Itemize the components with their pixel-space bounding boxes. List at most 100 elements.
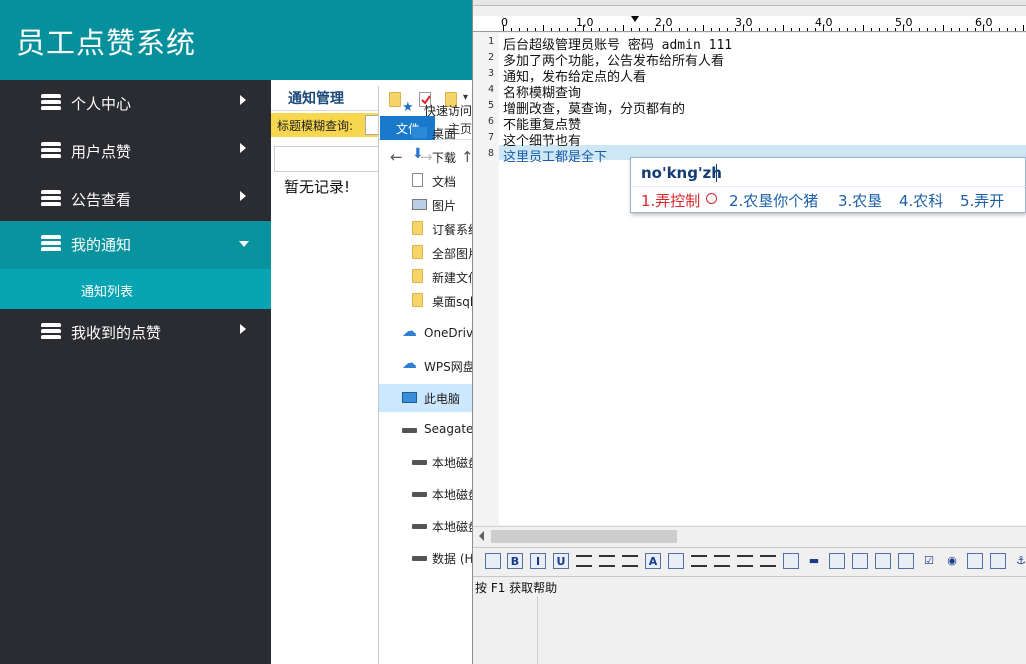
sidebar-item-my-notices[interactable]: 我的通知 bbox=[0, 221, 271, 269]
scroll-left-arrow-icon[interactable] bbox=[479, 531, 484, 541]
folder-icon bbox=[412, 221, 423, 235]
tree-item[interactable]: 桌面sql bbox=[379, 287, 474, 315]
html-source-icon[interactable] bbox=[485, 553, 501, 569]
tree-item-label: 桌面 bbox=[432, 127, 457, 141]
ime-candidate[interactable]: 1.弄控制 bbox=[641, 190, 700, 211]
app-header: 员工点赞系统 bbox=[0, 0, 472, 80]
italic-icon[interactable]: I bbox=[530, 553, 546, 569]
layers-icon bbox=[41, 323, 61, 341]
radio-icon[interactable]: ◉ bbox=[944, 553, 960, 569]
ruler-tick bbox=[663, 25, 664, 31]
ruler-tick bbox=[519, 28, 520, 31]
table-icon[interactable] bbox=[783, 553, 799, 569]
ruler-tick bbox=[919, 28, 920, 31]
tree-item-label: 全部图片 bbox=[432, 247, 474, 261]
tab-notice-management[interactable]: 通知管理 bbox=[288, 88, 344, 108]
ime-divider bbox=[631, 186, 1026, 187]
ime-candidate[interactable]: 5.弄开 bbox=[960, 190, 1004, 211]
sidebar-item-label: 公告查看 bbox=[71, 191, 132, 209]
tree-item[interactable]: 此电脑 bbox=[379, 384, 474, 412]
font-color-icon[interactable]: A bbox=[645, 553, 661, 569]
star-icon: ★ bbox=[402, 100, 414, 115]
sidebar-item-announcements[interactable]: 公告查看 bbox=[0, 176, 271, 224]
tree-item-label: 订餐系统 bbox=[432, 223, 474, 237]
ime-candidate-window: no'kng'zh 1.弄控制 2.农垦你个猪 3.农垦 4.农科 5.弄开 bbox=[630, 157, 1026, 213]
bold-icon[interactable]: B bbox=[507, 553, 523, 569]
status-bar: 按 F1 获取帮助 bbox=[473, 576, 1026, 596]
checkbox-icon[interactable]: ☑ bbox=[921, 553, 937, 569]
check-circle-icon bbox=[706, 193, 717, 204]
chevron-right-icon bbox=[240, 324, 246, 334]
sidebar-item-personal-center[interactable]: 个人中心 bbox=[0, 80, 271, 128]
textarea-icon[interactable] bbox=[852, 553, 868, 569]
paragraph-right-icon[interactable] bbox=[737, 555, 753, 567]
drive-icon bbox=[412, 460, 427, 465]
ruler-tick bbox=[759, 28, 760, 31]
ruler-tick bbox=[727, 28, 728, 31]
horizontal-scrollbar[interactable] bbox=[473, 526, 1026, 546]
ruler-tick bbox=[607, 28, 608, 31]
horizontal-rule-icon[interactable]: ▬ bbox=[806, 553, 822, 569]
ruler-tick bbox=[743, 25, 744, 31]
ime-candidate[interactable]: 4.农科 bbox=[899, 190, 943, 211]
align-left-icon[interactable] bbox=[576, 555, 592, 567]
ruler-tick bbox=[543, 25, 544, 31]
sidebar-subitem-notice-list[interactable]: 通知列表 bbox=[0, 269, 271, 309]
folder-icon bbox=[412, 269, 423, 283]
ruler-tick bbox=[655, 28, 656, 31]
line-number: 8 bbox=[488, 148, 495, 159]
sidebar-item-label: 用户点赞 bbox=[71, 143, 132, 161]
chevron-right-icon bbox=[240, 191, 246, 201]
ruler-tick bbox=[767, 28, 768, 31]
ruler-tick bbox=[1007, 28, 1008, 31]
ruler-tick bbox=[775, 28, 776, 31]
ruler-tick bbox=[647, 28, 648, 31]
numbered-list-icon[interactable] bbox=[622, 555, 638, 567]
ime-composition: no'kng'zh bbox=[641, 164, 722, 182]
ruler-tick bbox=[511, 28, 512, 31]
ruler-tick bbox=[535, 28, 536, 31]
sidebar-item-label: 个人中心 bbox=[71, 95, 132, 113]
ruler-tick bbox=[903, 25, 904, 31]
ruler-tick bbox=[559, 28, 560, 31]
tree-item[interactable]: ☁ WPS网盘 bbox=[379, 352, 474, 380]
underline-icon[interactable]: U bbox=[553, 553, 569, 569]
ruler-tick bbox=[895, 28, 896, 31]
ime-candidate[interactable]: 3.农垦 bbox=[838, 190, 882, 211]
hidden-field-icon[interactable] bbox=[898, 553, 914, 569]
tree-item[interactable]: 数据 (H:) bbox=[379, 544, 474, 572]
tree-item[interactable]: ☁ OneDrive bbox=[379, 320, 474, 348]
ruler-tick bbox=[999, 28, 1000, 31]
select-icon[interactable] bbox=[967, 553, 983, 569]
sidebar-item-user-likes[interactable]: 用户点赞 bbox=[0, 128, 271, 176]
anchor-icon[interactable]: ⚓ bbox=[1013, 553, 1026, 569]
scrollbar-thumb[interactable] bbox=[491, 530, 677, 543]
image-icon[interactable] bbox=[990, 553, 1006, 569]
editor-line[interactable]: 这里员工都是全下 bbox=[503, 146, 607, 165]
ruler-tick bbox=[623, 25, 624, 31]
sidebar-item-received-likes[interactable]: 我收到的点赞 bbox=[0, 309, 271, 357]
sidebar: 个人中心 用户点赞 公告查看 我的通知 通知列表 我收到的点赞 bbox=[0, 80, 271, 664]
formatting-toolbar: B I U A ▬ ☑ ◉ ⚓ bbox=[473, 547, 1026, 575]
tree-item[interactable]: Seagate bbox=[379, 416, 474, 444]
file-explorer-window: ▾ 文件 主页 ← → ⌄ ↑ ★快速访问桌面⬇下载文档图片订餐系统全部图片新建… bbox=[378, 86, 474, 664]
bullet-list-icon[interactable] bbox=[599, 555, 615, 567]
paragraph-justify-icon[interactable] bbox=[760, 555, 776, 567]
ime-candidate[interactable]: 2.农垦你个猪 bbox=[729, 190, 818, 211]
tree-item[interactable]: 本地磁盘 bbox=[379, 480, 474, 508]
status-text: 按 F1 获取帮助 bbox=[475, 581, 558, 595]
paragraph-left-icon[interactable] bbox=[691, 555, 707, 567]
password-field-icon[interactable] bbox=[875, 553, 891, 569]
app-title: 员工点赞系统 bbox=[16, 26, 197, 60]
search-button[interactable] bbox=[274, 146, 384, 172]
text-field-icon[interactable] bbox=[829, 553, 845, 569]
paragraph-center-icon[interactable] bbox=[714, 555, 730, 567]
ruler-indent-marker[interactable] bbox=[631, 16, 639, 22]
editor-text-area[interactable]: 后台超级管理员账号 密码 admin 111 多加了两个功能，公告发布给所有人看通… bbox=[499, 33, 1026, 525]
tree-item[interactable]: 本地磁盘 (L:) bbox=[379, 512, 474, 540]
document-icon bbox=[412, 173, 423, 187]
line-number: 3 bbox=[488, 68, 495, 79]
ruler-tick bbox=[807, 28, 808, 31]
tree-item[interactable]: 本地磁盘 bbox=[379, 448, 474, 476]
highlight-icon[interactable] bbox=[668, 553, 684, 569]
